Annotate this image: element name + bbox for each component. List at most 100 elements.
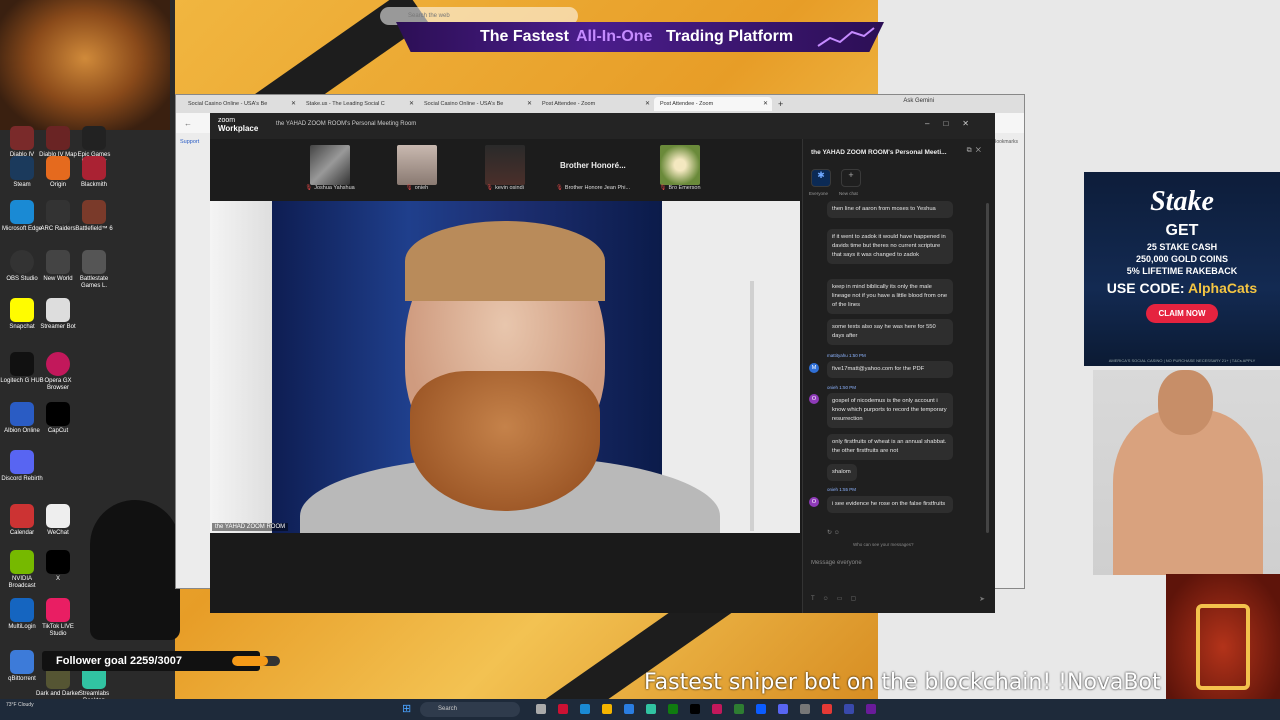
weather-widget[interactable]: 73°F Cloudy [6, 702, 34, 708]
close-tab-icon[interactable]: ✕ [763, 100, 768, 107]
participant-video [310, 145, 350, 185]
app-icon[interactable] [800, 704, 810, 714]
chat-message: five17matt@yahoo.com for the PDF [827, 361, 953, 378]
discord-taskbar-icon[interactable] [778, 704, 788, 714]
participant-tile[interactable]: 🎙 Bro Emerson [655, 145, 705, 191]
video-name-label: the YAHAD ZOOM ROOM [212, 523, 289, 531]
trading-platform-banner: The Fastest All-In-One Trading Platform [396, 22, 884, 52]
browser-tab[interactable]: Social Casino Online - USA's Be ✕ [182, 97, 300, 111]
battlefield-icon [82, 200, 106, 224]
chat-message: then line of aaron from moses to Yeshua [827, 201, 953, 218]
desktop-icon[interactable]: X [36, 550, 80, 583]
reaction-icons[interactable]: ↻ ☺ [827, 529, 840, 536]
taskbar-search[interactable]: Search [420, 702, 520, 717]
edge-taskbar-icon[interactable] [580, 704, 590, 714]
stake-ad[interactable]: Stake GET 25 STAKE CASH 250,000 GOLD COI… [1084, 172, 1280, 366]
mic-muted-icon: 🎙 [486, 185, 494, 191]
close-tab-icon[interactable]: ✕ [409, 100, 414, 107]
streamer-webcam [1093, 370, 1280, 575]
xbox-icon[interactable] [668, 704, 678, 714]
follower-goal-widget: Follower goal 2259/3007 [42, 651, 280, 671]
chat-tab-new[interactable]: + [841, 169, 861, 187]
desktop-icon[interactable]: WeChat [36, 504, 80, 537]
zoom-taskbar-icon[interactable] [756, 704, 766, 714]
browser-tab[interactable]: Social Casino Online - USA's Be ✕ [418, 97, 536, 111]
task-view-icon[interactable] [536, 704, 546, 714]
chat-message-input[interactable] [807, 553, 991, 573]
participant-tile[interactable]: 🎙 kevin osindi [480, 145, 530, 191]
app-icon[interactable] [822, 704, 832, 714]
store-icon[interactable] [624, 704, 634, 714]
snapchat-icon [10, 298, 34, 322]
desktop-icon[interactable]: Blackmith [72, 156, 116, 189]
close-tab-icon[interactable]: ✕ [527, 100, 532, 107]
participant-strip: 🎙 Joshua Yahshua 🎙 onieh 🎙 kevin osindi Bro… [210, 139, 802, 201]
app-icon[interactable] [646, 704, 656, 714]
chat-message: i see evidence he rose on the false firs… [827, 496, 953, 513]
desktop-icon[interactable]: Battlefield™ 6 [72, 200, 116, 233]
x-icon [46, 550, 70, 574]
chat-title: the YAHAD ZOOM ROOM's Personal Meeti... [811, 149, 947, 156]
browser-tab[interactable]: Stake.us - The Leading Social C ✕ [300, 97, 418, 111]
chat-message: some texts also say he was here for 550 … [827, 319, 953, 345]
window-controls[interactable]: –□✕ [925, 119, 983, 128]
chat-message: only firstfruits of wheat is an annual s… [827, 434, 953, 460]
app-icon[interactable] [734, 704, 744, 714]
people-icon: ✱ [817, 170, 825, 180]
who-can-see-link[interactable]: Who can see your messages? [853, 542, 914, 547]
x-taskbar-icon[interactable] [690, 704, 700, 714]
qbittorrent-icon [10, 650, 34, 674]
send-icon[interactable]: ➤ [979, 595, 985, 603]
desktop-icon[interactable]: Discord Rebirth [0, 450, 44, 483]
obs-icon [10, 250, 34, 274]
ask-gemini-button[interactable]: Ask Gemini [903, 98, 934, 104]
edge-icon [10, 200, 34, 224]
bookmarks-label[interactable]: Bookmarks [993, 139, 1018, 145]
app-icon[interactable] [844, 704, 854, 714]
explorer-icon[interactable] [602, 704, 612, 714]
participant-tile[interactable]: 🎙 onieh [392, 145, 442, 191]
participant-tile[interactable]: 🎙 Brother Honore Jean Phi... [556, 145, 630, 191]
desktop-icon[interactable]: Battlestate Games L. [72, 250, 116, 290]
mic-muted-icon: 🎙 [659, 185, 667, 191]
support-bookmark[interactable]: Support [180, 139, 199, 145]
app-icon[interactable] [558, 704, 568, 714]
chat-scrollbar[interactable] [986, 203, 989, 533]
desktop-icon[interactable]: TikTok LIVE Studio [36, 598, 80, 638]
desktop-icons: Diablo IV Diablo IV Map Epic Games Launc… [0, 120, 175, 704]
close-tab-icon[interactable]: ✕ [645, 100, 650, 107]
claim-now-button[interactable]: CLAIM NOW [1146, 304, 1218, 323]
search-input-placeholder: Search the web [408, 13, 450, 19]
chat-popout-close-icons[interactable]: ⧉✕ [967, 147, 985, 155]
origin-icon [46, 156, 70, 180]
desktop-icon[interactable]: Opera GX Browser [36, 352, 80, 392]
active-speaker-video[interactable]: the YAHAD ZOOM ROOM [210, 201, 800, 533]
meeting-title: the YAHAD ZOOM ROOM's Personal Meeting R… [276, 121, 417, 127]
user-avatar: M [809, 363, 819, 373]
browser-tab[interactable]: Post Attendee - Zoom ✕ [536, 97, 654, 111]
compose-toolbar-icons[interactable]: T☺▭▢ [811, 595, 864, 602]
chat-compose: T☺▭▢ ➤ [807, 551, 991, 609]
chat-message-list: then line of aaron from moses to Yeshua … [803, 201, 983, 541]
chat-sender: onieh 1:50 PM [827, 385, 857, 390]
windows-start-icon[interactable]: ⊞ [402, 703, 414, 715]
browser-tab-active[interactable]: Post Attendee - Zoom ✕ [654, 97, 772, 111]
desktop-icon[interactable]: Streamer Bot [36, 298, 80, 331]
close-tab-icon[interactable]: ✕ [291, 100, 296, 107]
tiktok-icon [46, 598, 70, 622]
promo-code: AlphaCats [1187, 280, 1258, 296]
opera-taskbar-icon[interactable] [712, 704, 722, 714]
app-icon[interactable] [866, 704, 876, 714]
participant-video [397, 145, 437, 185]
new-tab-icon[interactable]: + [778, 99, 783, 109]
taskbar: 73°F Cloudy ⊞ Search [0, 699, 1280, 720]
opera-gx-icon [46, 352, 70, 376]
albion-icon [10, 402, 34, 426]
participant-tile[interactable]: 🎙 Joshua Yahshua [305, 145, 355, 191]
zoom-title-bar: zoom Workplace the YAHAD ZOOM ROOM's Per… [210, 113, 995, 139]
chat-tab-everyone[interactable]: ✱ [811, 169, 831, 187]
desktop-icon[interactable]: CapCut [36, 402, 80, 435]
back-icon[interactable]: ← [184, 119, 192, 128]
chat-message: gospel of nicodemus is the only account … [827, 393, 953, 428]
user-avatar: O [809, 497, 819, 507]
